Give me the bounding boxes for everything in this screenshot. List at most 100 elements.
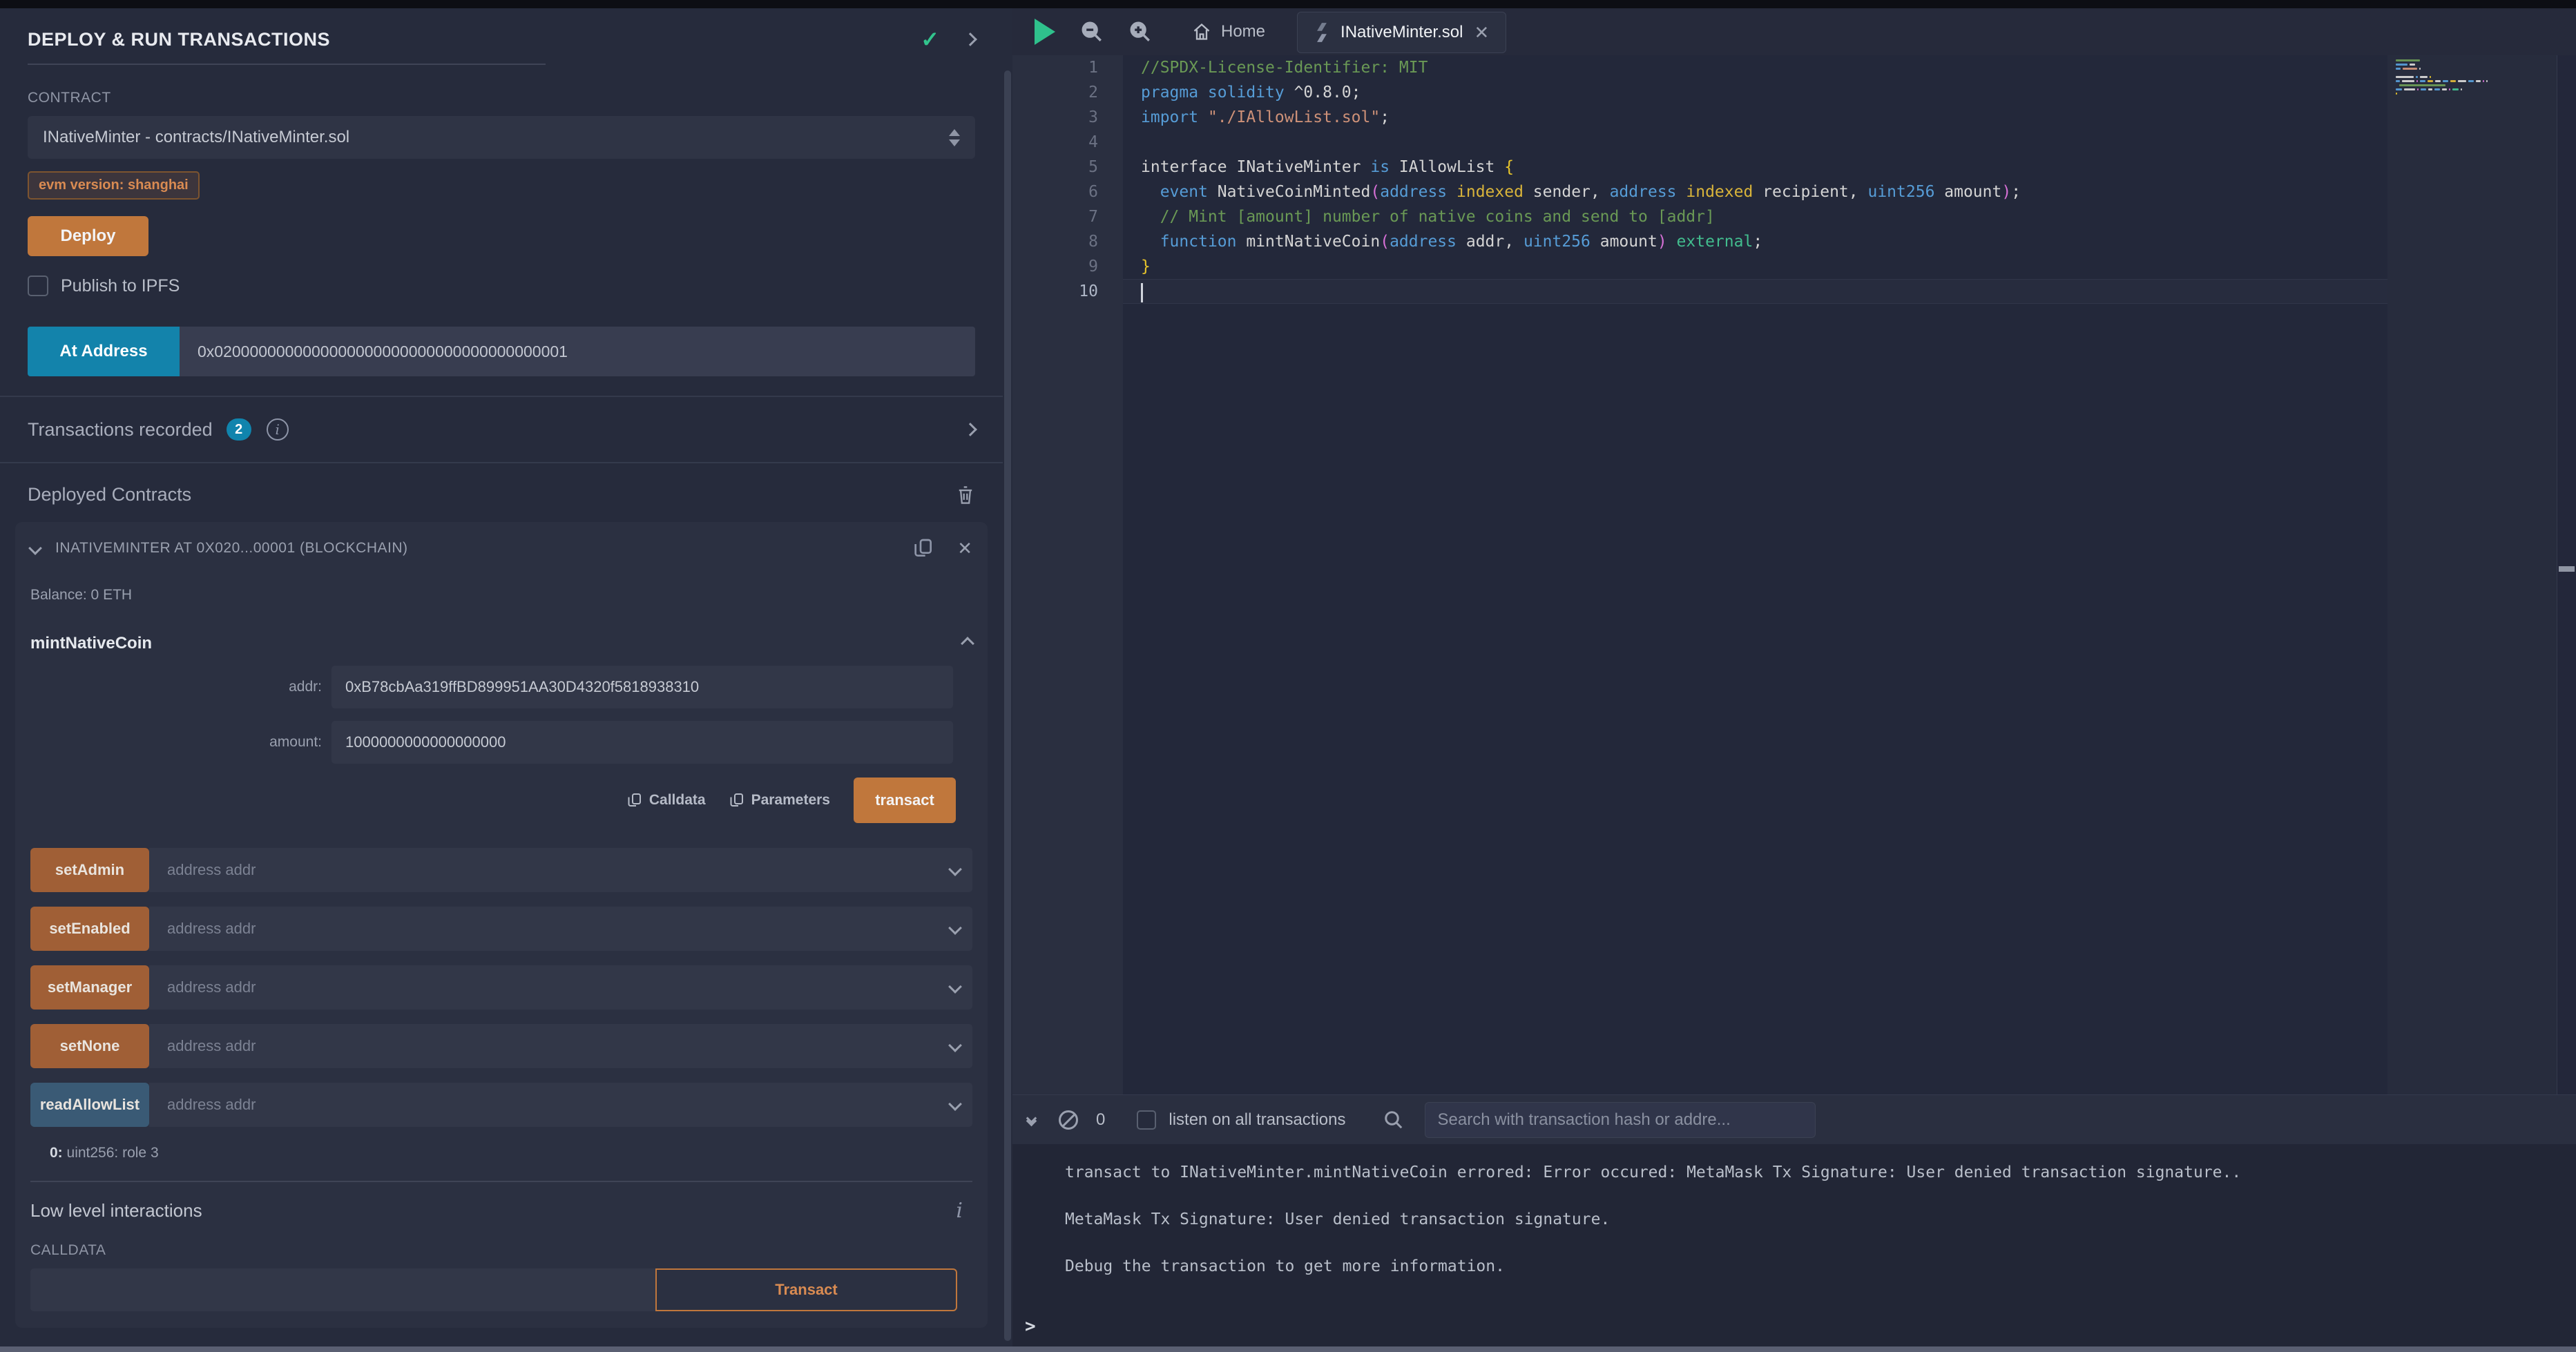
transact-button[interactable]: transact: [854, 778, 956, 823]
function-setNone-button[interactable]: setNone: [30, 1024, 149, 1068]
divider: [30, 1181, 972, 1182]
clear-console-icon[interactable]: [1059, 1110, 1078, 1130]
terminal-prompt[interactable]: >: [1025, 1316, 1036, 1337]
terminal-toolbar: 0 listen on all transactions Search with…: [1012, 1094, 2576, 1144]
low-level-transact-button[interactable]: Transact: [655, 1268, 957, 1311]
calldata-input[interactable]: [30, 1268, 655, 1311]
scrollbar-handle[interactable]: [2559, 566, 2575, 572]
zoom-out-icon[interactable]: [1080, 20, 1104, 44]
line-number: 3: [1012, 105, 1123, 130]
deploy-button[interactable]: Deploy: [28, 216, 148, 256]
copy-address-icon[interactable]: [913, 537, 934, 559]
line-number: 1: [1012, 55, 1123, 80]
function-setNone-input[interactable]: address addr: [149, 1024, 972, 1068]
line-number: 9: [1012, 254, 1123, 279]
low-level-header: Low level interactions i: [30, 1199, 972, 1223]
transactions-recorded-section[interactable]: Transactions recorded 2 i: [0, 396, 1003, 463]
line-number: 2: [1012, 80, 1123, 105]
window-top-strip: [0, 0, 2576, 8]
copy-parameters-button[interactable]: Parameters: [729, 792, 830, 809]
balance-label: Balance: 0 ETH: [30, 587, 972, 603]
remove-contract-icon[interactable]: ✕: [957, 538, 972, 559]
function-actions-row: Calldata Parameters transact: [30, 778, 972, 823]
function-readAllowList-button[interactable]: readAllowList: [30, 1083, 149, 1127]
function-row: readAllowListaddress addr: [30, 1083, 972, 1127]
function-setManager-button[interactable]: setManager: [30, 965, 149, 1010]
text-cursor: [1141, 283, 1143, 302]
terminal-search-input[interactable]: Search with transaction hash or addre...: [1425, 1102, 1816, 1138]
function-fields: addr:0xB78cbAa319ffBD899951AA30D4320f581…: [30, 666, 972, 764]
function-setAdmin-input[interactable]: address addr: [149, 848, 972, 892]
function-row: setManageraddress addr: [30, 965, 972, 1010]
at-address-input[interactable]: 0x02000000000000000000000000000000000000…: [180, 327, 975, 376]
status-check-icon: ✓: [921, 26, 939, 52]
panel-header: DEPLOY & RUN TRANSACTIONS ✓: [28, 26, 975, 52]
field-input-amount[interactable]: 1000000000000000000: [331, 721, 953, 764]
call-result: 0: uint256: role 3: [50, 1145, 972, 1161]
terminal-log-line: Debug the transaction to get more inform…: [1065, 1257, 2576, 1275]
copy-calldata-button[interactable]: Calldata: [627, 792, 706, 809]
editor-scrollbar[interactable]: [2557, 55, 2576, 1094]
function-setEnabled-button[interactable]: setEnabled: [30, 907, 149, 951]
bottom-scrollbar[interactable]: [0, 1346, 2576, 1352]
panel-scrollbar[interactable]: [1003, 8, 1012, 1346]
main-area: Home INativeMinter.sol ✕ 12345678910 //S…: [1012, 8, 2576, 1346]
function-row: setEnabledaddress addr: [30, 907, 972, 951]
contract-label: CONTRACT: [28, 90, 975, 106]
collapse-function-icon[interactable]: [961, 637, 974, 650]
tab-inativeminter[interactable]: INativeMinter.sol ✕: [1297, 12, 1506, 53]
line-number: 5: [1012, 155, 1123, 180]
expand-terminal-icon[interactable]: [1028, 1114, 1035, 1125]
tab-home[interactable]: Home: [1180, 8, 1278, 55]
transactions-recorded-label: Transactions recorded: [28, 419, 213, 441]
info-icon: i: [956, 1199, 972, 1223]
code-line-7: // Mint [amount] number of native coins …: [1123, 204, 2557, 229]
function-setEnabled-input[interactable]: address addr: [149, 907, 972, 951]
zoom-in-icon[interactable]: [1128, 20, 1152, 44]
function-title-row[interactable]: mintNativeCoin: [30, 634, 972, 653]
function-readAllowList-input[interactable]: address addr: [149, 1083, 972, 1127]
collapse-contract-icon[interactable]: [28, 541, 42, 555]
line-number: 10: [1012, 279, 1123, 304]
trash-icon[interactable]: [956, 485, 975, 505]
close-tab-icon[interactable]: ✕: [1474, 22, 1489, 44]
low-level-title: Low level interactions: [30, 1200, 956, 1221]
expand-transactions-icon[interactable]: [963, 423, 977, 436]
pending-tx-count: 0: [1096, 1110, 1105, 1130]
code-line-9: }: [1123, 254, 2557, 279]
code-editor[interactable]: 12345678910 //SPDX-License-Identifier: M…: [1012, 55, 2576, 1094]
function-setManager-input[interactable]: address addr: [149, 965, 972, 1010]
copy-icon: [729, 792, 744, 809]
at-address-button[interactable]: At Address: [28, 327, 180, 376]
code-line-8: function mintNativeCoin(address addr, ui…: [1123, 229, 2557, 254]
field-row: amount:1000000000000000000: [30, 721, 972, 764]
function-setAdmin-button[interactable]: setAdmin: [30, 848, 149, 892]
function-name: mintNativeCoin: [30, 634, 963, 653]
home-icon: [1192, 22, 1211, 41]
at-address-row: At Address 0x020000000000000000000000000…: [28, 327, 975, 376]
line-number: 8: [1012, 229, 1123, 254]
publish-ipfs-checkbox[interactable]: [28, 276, 48, 296]
contract-card-header[interactable]: INATIVEMINTER AT 0X020...00001 (BLOCKCHA…: [30, 534, 972, 562]
listen-transactions-checkbox[interactable]: [1137, 1110, 1156, 1130]
field-input-addr[interactable]: 0xB78cbAa319ffBD899951AA30D4320f58189383…: [331, 666, 953, 708]
deployed-contract-card: INATIVEMINTER AT 0X020...00001 (BLOCKCHA…: [15, 522, 988, 1328]
run-script-icon[interactable]: [1035, 19, 1055, 45]
line-number: 6: [1012, 180, 1123, 204]
code-line-3: import "./IAllowList.sol";: [1123, 105, 2557, 130]
deploy-run-panel: DEPLOY & RUN TRANSACTIONS ✓ CONTRACT INa…: [0, 8, 1003, 1346]
editor-minimap[interactable]: [2387, 55, 2557, 1094]
terminal-output[interactable]: transact to INativeMinter.mintNativeCoin…: [1012, 1144, 2576, 1346]
calldata-label: CALLDATA: [30, 1242, 972, 1259]
tab-home-label: Home: [1221, 22, 1265, 41]
code-line-2: pragma solidity ^0.8.0;: [1123, 80, 2557, 105]
terminal-panel: 0 listen on all transactions Search with…: [1012, 1094, 2576, 1346]
code-line-5: interface INativeMinter is IAllowList {: [1123, 155, 2557, 180]
editor-code-area[interactable]: //SPDX-License-Identifier: MITpragma sol…: [1123, 55, 2557, 1094]
field-label: amount:: [30, 734, 331, 751]
evm-version-badge: evm version: shanghai: [28, 171, 200, 200]
panel-collapse-icon[interactable]: [963, 32, 977, 46]
contract-select[interactable]: INativeMinter - contracts/INativeMinter.…: [28, 116, 975, 159]
code-line-1: //SPDX-License-Identifier: MIT: [1123, 55, 2557, 80]
search-icon: [1383, 1110, 1404, 1130]
